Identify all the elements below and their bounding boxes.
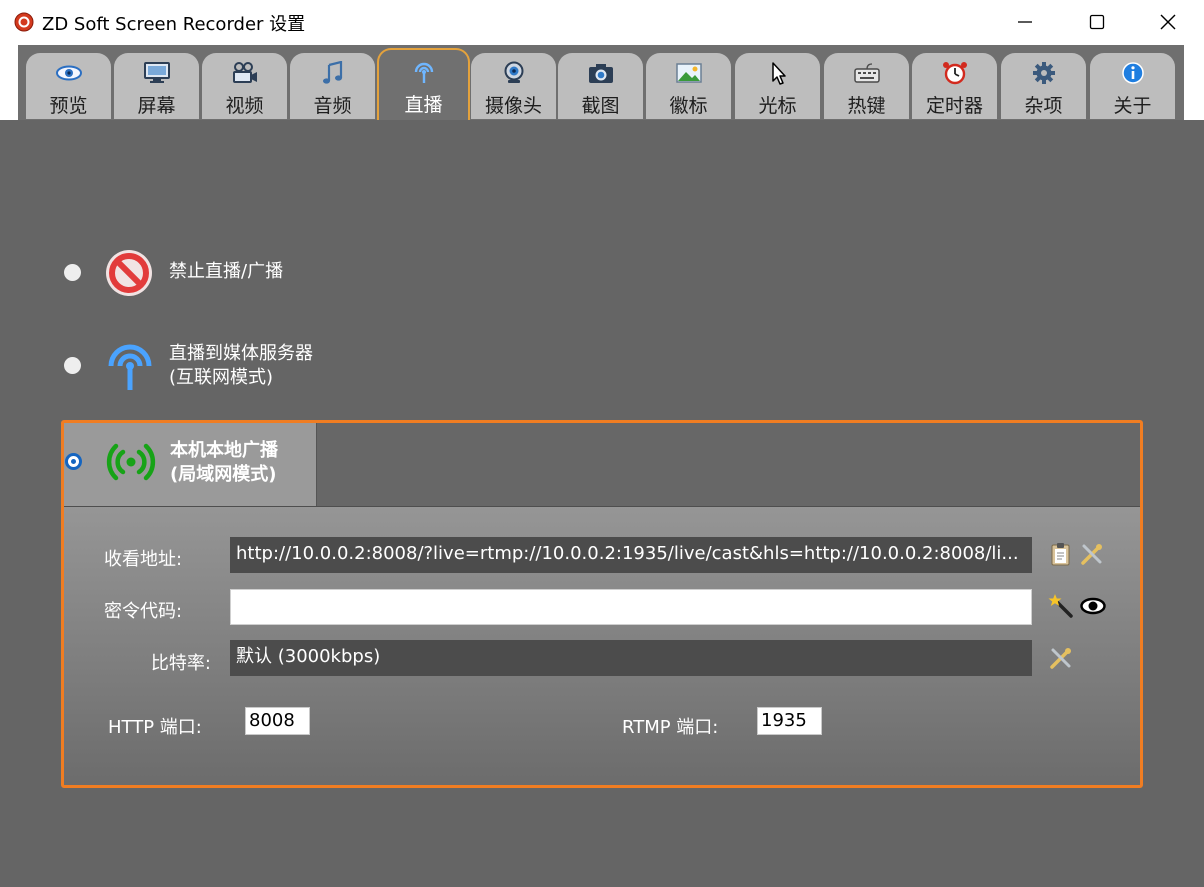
minimize-button[interactable] (990, 0, 1060, 45)
cursor-icon (771, 62, 786, 85)
tab-video[interactable]: 视频 (202, 53, 287, 119)
password-label: 密令代码: (104, 601, 183, 622)
eye-icon (55, 65, 82, 81)
minimize-icon (1018, 21, 1032, 23)
tab-timer[interactable]: 定时器 (912, 53, 997, 119)
tab-screenshot[interactable]: 截图 (558, 53, 643, 119)
close-button[interactable] (1133, 0, 1203, 45)
password-input[interactable] (230, 589, 1032, 625)
wireless-signal-icon (106, 443, 156, 481)
info-icon (1121, 62, 1144, 84)
alarm-clock-icon (942, 62, 967, 85)
broadcast-antenna-icon (108, 344, 152, 390)
broadcast-antenna-icon (414, 62, 433, 83)
tools-icon[interactable] (1079, 541, 1105, 567)
tab-misc[interactable]: 杂项 (1001, 53, 1086, 119)
gear-icon (1032, 62, 1055, 84)
tab-screen[interactable]: 屏幕 (114, 53, 199, 119)
maximize-button[interactable] (1062, 0, 1132, 45)
bitrate-field[interactable]: 默认 (3000kbps) (230, 640, 1032, 676)
tab-cursor[interactable]: 光标 (735, 53, 820, 119)
window-title: ZD Soft Screen Recorder 设置 (42, 14, 306, 35)
magic-wand-icon[interactable] (1048, 593, 1074, 619)
disable-broadcast-label: 禁止直播/广播 (169, 261, 284, 282)
rtmp-port-label: RTMP 端口: (622, 717, 719, 738)
watch-url-label: 收看地址: (104, 549, 183, 570)
local-broadcast-panel: 本机本地广播 (局域网模式) 收看地址: http://10.0.0.2:800… (61, 420, 1143, 788)
clipboard-icon[interactable] (1048, 541, 1074, 567)
webcam-icon (504, 61, 523, 83)
watch-url-field[interactable]: http://10.0.0.2:8008/?live=rtmp://10.0.0… (230, 537, 1032, 573)
show-password-eye-icon[interactable] (1080, 593, 1106, 619)
title-bar: ZD Soft Screen Recorder 设置 (0, 0, 1204, 45)
bitrate-label: 比特率: (150, 653, 211, 674)
prohibited-icon (106, 250, 152, 296)
camera-icon (588, 64, 613, 83)
bitrate-tools-icon[interactable] (1048, 645, 1074, 671)
tab-about[interactable]: 关于 (1090, 53, 1175, 119)
maximize-icon (1089, 14, 1105, 30)
video-camera-icon (232, 62, 257, 83)
tab-live[interactable]: 直播 (377, 48, 470, 120)
keyboard-icon (853, 63, 880, 83)
http-port-input[interactable]: 8008 (245, 707, 310, 735)
local-broadcast-radio[interactable] (65, 453, 82, 470)
disable-broadcast-radio[interactable] (64, 264, 81, 281)
tab-preview[interactable]: 预览 (26, 53, 111, 119)
media-server-radio[interactable] (64, 357, 81, 374)
media-server-label: 直播到媒体服务器 (互联网模式) (169, 343, 313, 388)
local-broadcast-label: 本机本地广播 (局域网模式) (170, 440, 278, 485)
tab-hotkey[interactable]: 热键 (824, 53, 909, 119)
tab-logo[interactable]: 徽标 (646, 53, 731, 119)
app-record-icon (14, 12, 34, 32)
tab-audio[interactable]: 音频 (290, 53, 375, 119)
http-port-label: HTTP 端口: (108, 717, 202, 738)
music-note-icon (322, 61, 342, 84)
tab-webcam[interactable]: 摄像头 (471, 53, 556, 119)
close-icon (1160, 14, 1176, 30)
settings-tab-strip: 预览 屏幕 视频 音频 直播 摄像头 截图 徽标 光标 热键 定时器 杂项 关于 (0, 45, 1204, 120)
monitor-icon (143, 62, 170, 83)
picture-icon (675, 63, 702, 83)
rtmp-port-input[interactable]: 1935 (757, 707, 822, 735)
